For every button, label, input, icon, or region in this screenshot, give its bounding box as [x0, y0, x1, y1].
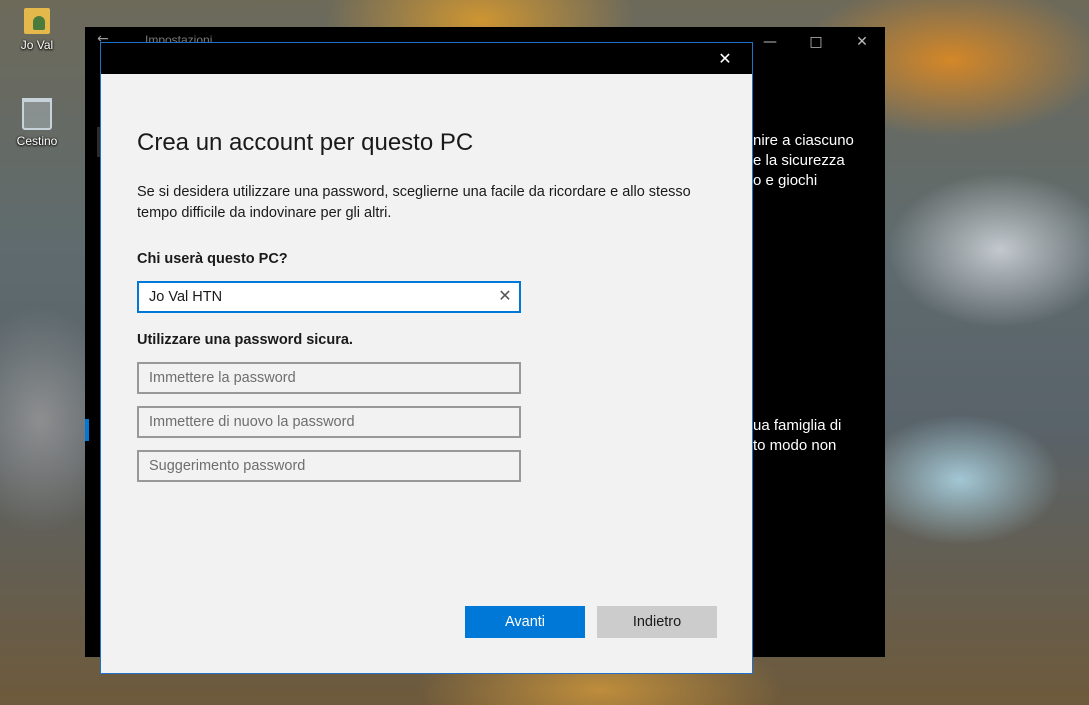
next-button[interactable]: Avanti [465, 606, 585, 638]
settings-text-line: to modo non [753, 437, 837, 454]
password-hint-input[interactable] [137, 450, 521, 482]
password-label: Utilizzare una password sicura. [137, 332, 353, 348]
back-button[interactable]: Indietro [597, 606, 717, 638]
username-input[interactable] [137, 281, 521, 313]
password-input[interactable] [137, 362, 521, 394]
create-account-dialog: ✕ Crea un account per questo PC Se si de… [100, 42, 753, 674]
clear-text-icon[interactable]: ✕ [493, 284, 517, 308]
nav-selection-indicator [85, 419, 89, 441]
dialog-description: Se si desidera utilizzare una password, … [137, 184, 691, 221]
maximize-icon[interactable]: □ [793, 29, 839, 55]
minimize-icon[interactable]: — [747, 29, 793, 55]
user-label: Chi userà questo PC? [137, 251, 288, 267]
settings-text-line: nire a ciascuno [753, 132, 854, 149]
desktop-icon-label: Jo Val [20, 38, 54, 52]
recycle-bin-icon [22, 98, 52, 130]
desktop-icon-user-folder[interactable]: Jo Val [5, 8, 69, 52]
close-icon[interactable]: ✕ [839, 29, 885, 55]
dialog-titlebar: ✕ [101, 43, 752, 74]
dialog-close-icon[interactable]: ✕ [702, 43, 748, 74]
desktop-icon-label: Cestino [16, 134, 58, 148]
user-folder-icon [24, 8, 50, 34]
settings-text-line: ua famiglia di [753, 417, 842, 434]
dialog-heading: Crea un account per questo PC [137, 129, 474, 156]
desktop-icon-recycle-bin[interactable]: Cestino [5, 98, 69, 148]
settings-text-line: o e giochi [753, 172, 818, 189]
settings-text-line: e la sicurezza [753, 152, 845, 169]
password-confirm-input[interactable] [137, 406, 521, 438]
